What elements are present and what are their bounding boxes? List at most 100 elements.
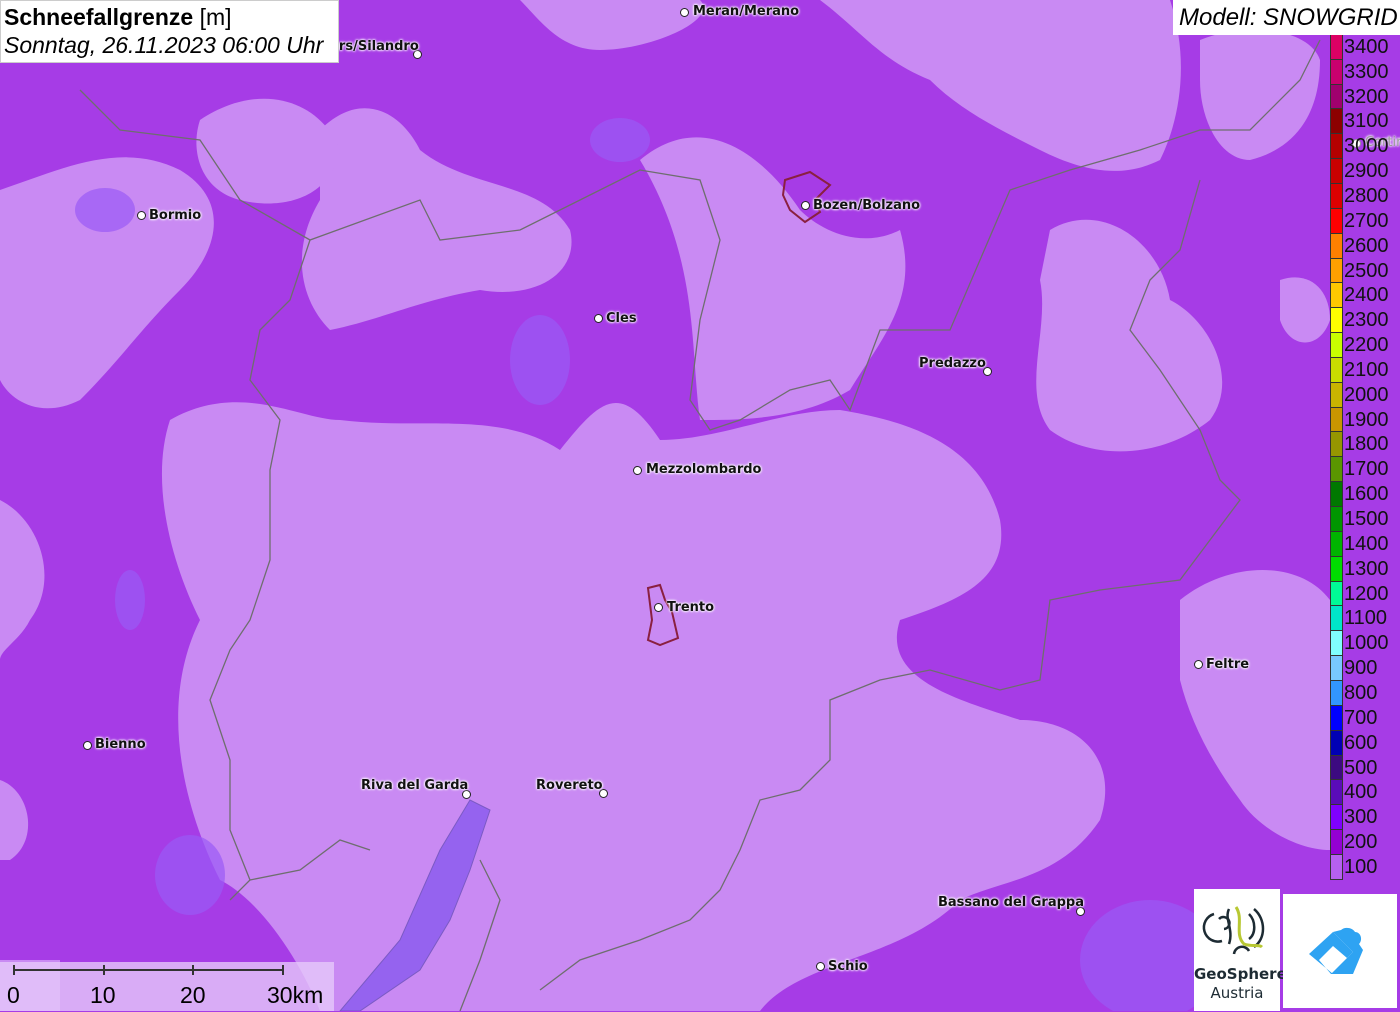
legend-label: 2500 [1344,259,1389,282]
city-label-rovereto[interactable]: Rovereto [536,779,603,793]
legend-label: 3100 [1344,110,1389,133]
legend-swatch [1330,530,1343,557]
legend-swatch [1330,506,1343,532]
legend-label: 1200 [1344,582,1389,605]
datetime-label: Sonntag, 26.11.2023 06:00 Uhr [4,32,324,58]
legend-swatch [1330,307,1343,334]
legend-label: 700 [1344,706,1378,729]
legend-label: 1000 [1344,632,1389,655]
app-logo[interactable] [1283,894,1397,1008]
legend-label: 2000 [1344,383,1389,406]
geosphere-country: Austria [1210,984,1264,1002]
legend-swatch [1330,33,1343,60]
city-dot [137,211,146,220]
legend-entry: 2400 [1330,282,1400,309]
title-box: Schneefallgrenze [m] Sonntag, 26.11.2023… [0,0,339,63]
city-label-bormio[interactable]: Bormio [149,209,201,223]
legend-swatch [1330,257,1343,284]
geosphere-emblem-icon [1202,906,1265,955]
city-label-meran[interactable]: Meran/Merano [693,5,799,19]
legend-entry: 700 [1330,704,1400,731]
legend-swatch [1330,829,1343,856]
legend-label: 600 [1344,731,1378,754]
legend-label: 3200 [1344,85,1389,108]
legend-swatch [1330,83,1343,110]
city-label-feltre[interactable]: Feltre [1206,658,1249,672]
legend-swatch [1330,655,1343,682]
scale-label: 0 [7,982,20,1008]
legend-entry: 2100 [1330,356,1400,383]
legend-swatch [1330,630,1343,657]
parameter-title: Schneefallgrenze [4,4,194,30]
legend-swatch [1330,207,1343,234]
city-label-trento[interactable]: Trento [667,601,714,615]
legend-entry: 900 [1330,655,1400,682]
legend-entry: 2200 [1330,332,1400,359]
unit-label: [m] [199,4,232,30]
geosphere-logo[interactable]: GeoSphere Austria [1194,889,1287,1011]
legend-label: 900 [1344,657,1378,680]
legend-swatch [1330,133,1343,160]
city-label-schio[interactable]: Schio [828,960,868,974]
legend-label: 200 [1344,831,1378,854]
legend-label: 1800 [1344,433,1389,456]
city-dot [816,962,825,971]
legend-entry: 1300 [1330,555,1400,582]
city-dot [633,466,642,475]
legend-label: 1300 [1344,557,1389,580]
legend-label: 2400 [1344,284,1389,307]
city-label-predazzo[interactable]: Predazzo [919,357,986,371]
model-label: Modell: SNOWGRID [1173,0,1400,35]
legend-swatch [1330,356,1343,383]
legend-entry: 500 [1330,754,1400,781]
city-label-bolzano[interactable]: Bozen/Bolzano [813,199,920,213]
legend-entry: 3300 [1330,58,1400,85]
legend-swatch [1330,108,1343,135]
legend-label: 2800 [1344,184,1389,207]
legend-swatch [1330,729,1343,756]
legend-entry: 300 [1330,804,1400,831]
legend-entry: 2500 [1330,257,1400,284]
cloud-house-logo-icon [1309,927,1363,974]
legend-entry: 2600 [1330,232,1400,259]
legend-entry: 800 [1330,679,1400,706]
legend-entry: 1800 [1330,431,1400,458]
legend-entry: 2300 [1330,307,1400,334]
snowline-map[interactable] [0,0,1400,1011]
city-label-mezzolombardo[interactable]: Mezzolombardo [646,463,761,477]
legend-swatch [1330,605,1343,632]
legend-entry: 3000 [1330,133,1400,160]
city-dot [680,8,689,17]
legend-swatch [1330,332,1343,359]
scale-label: 30km [267,982,324,1008]
legend-swatch [1330,182,1343,209]
city-label-bassano[interactable]: Bassano del Grappa [938,896,1084,910]
scale-label: 10 [90,982,116,1008]
city-dot [83,741,92,750]
legend-entry: 1400 [1330,530,1400,557]
legend-label: 100 [1344,855,1378,878]
city-label-riva-del-garda[interactable]: Riva del Garda [361,779,468,793]
legend-swatch [1330,679,1343,706]
legend-label: 2700 [1344,209,1389,232]
legend-label: 2300 [1344,309,1389,332]
scale-label: 20 [180,982,206,1008]
legend-entry: 2800 [1330,182,1400,209]
legend-label: 1700 [1344,458,1389,481]
legend-entry: 2700 [1330,207,1400,234]
city-label-cles[interactable]: Cles [606,312,637,326]
legend-entry: 1200 [1330,580,1400,607]
city-label-bienno[interactable]: Bienno [95,738,146,752]
legend-label: 300 [1344,806,1378,829]
legend-swatch [1330,754,1343,781]
legend-entry: 3200 [1330,83,1400,110]
legend-entry: 100 [1330,853,1400,880]
legend-entry: 1500 [1330,506,1400,532]
legend-swatch [1330,456,1343,483]
city-dot [801,201,810,210]
legend-label: 1500 [1344,508,1389,530]
legend-swatch [1330,481,1343,508]
legend-label: 500 [1344,756,1378,779]
legend-swatch [1330,158,1343,185]
scale-bar-line [13,965,284,975]
